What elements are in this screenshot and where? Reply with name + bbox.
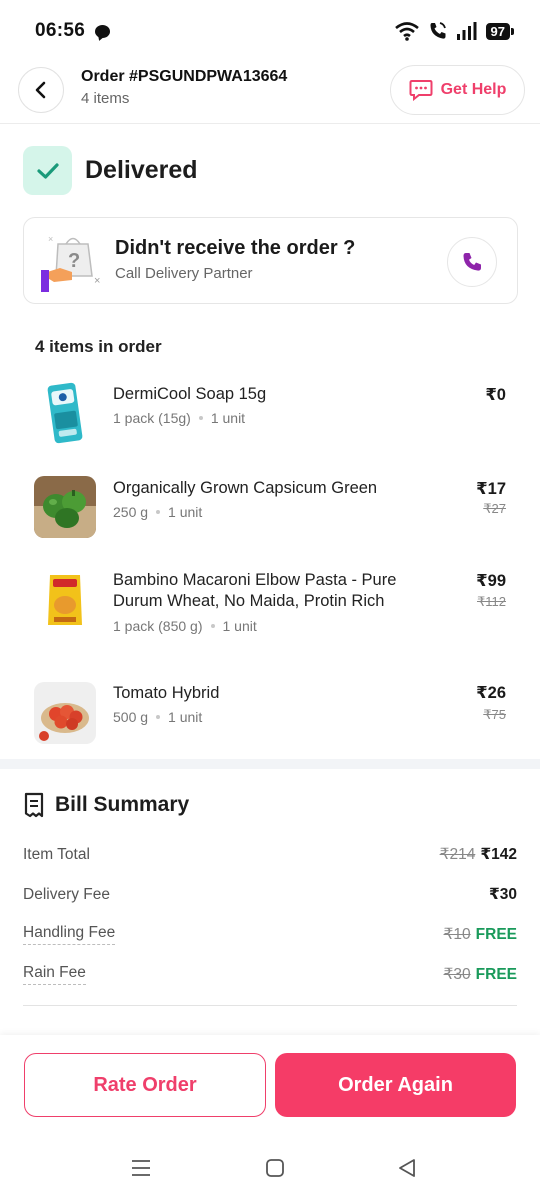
bill-row-value: ₹30 (488, 886, 517, 903)
bill-summary-title: Bill Summary (55, 793, 190, 816)
item-mrp: ₹27 (483, 501, 506, 516)
bill-row-delivery-fee: Delivery Fee ₹30 (23, 885, 517, 904)
bill-row-amount: ₹10 FREE (444, 925, 517, 944)
bill-row-item-total: Item Total ₹214 ₹142 (23, 845, 517, 864)
item-units: 1 unit (210, 410, 246, 426)
item-units: 1 unit (222, 618, 257, 634)
bill-row-value: FREE (475, 926, 517, 943)
item-name: DermiCool Soap 15g (113, 385, 267, 403)
item-price: ₹0 (485, 386, 506, 404)
back-button[interactable] (18, 67, 64, 113)
order-item-count: 4 items (81, 90, 130, 107)
status-time: 06:56 (35, 20, 86, 41)
bill-row-original: ₹10 (443, 926, 471, 943)
item-meta: 1 pack (850 g) 1 unit (113, 618, 257, 634)
bill-row-original: ₹214 (439, 846, 476, 863)
receipt-icon (24, 792, 44, 818)
status-icons: 97 (394, 21, 515, 41)
items-heading: 4 items in order (35, 337, 162, 356)
item-name: Organically Grown Capsicum Green (113, 479, 378, 497)
item-image-pasta (34, 569, 96, 631)
item-image-tomato (34, 682, 96, 744)
item-quantity: 250 g (113, 504, 149, 520)
delivered-check-badge (23, 146, 72, 195)
back-nav-icon[interactable] (396, 1157, 418, 1179)
system-nav-bar (0, 1145, 540, 1200)
bill-row-value: ₹142 (480, 846, 517, 863)
item-mrp: ₹75 (483, 707, 506, 722)
handling-fee-info[interactable]: Handling Fee (23, 924, 116, 945)
item-quantity: 1 pack (850 g) (113, 618, 203, 634)
wifi-icon (394, 22, 419, 41)
separator-dot (210, 623, 215, 628)
wifi-call-icon (430, 22, 446, 39)
order-header: Order #PSGUNDPWA13664 4 items Get Help (0, 62, 540, 124)
bill-row-label: Delivery Fee (23, 885, 110, 903)
bill-row-original: ₹30 (443, 966, 471, 983)
rain-fee-info[interactable]: Rain Fee (23, 964, 86, 985)
item-image-soap (34, 382, 96, 444)
item-image-capsicum (34, 476, 96, 538)
chat-notification-icon (95, 24, 111, 38)
call-card-subtitle: Call Delivery Partner (115, 265, 253, 282)
bill-separator (23, 1005, 517, 1006)
section-divider (0, 759, 540, 769)
chevron-left-icon (35, 81, 46, 99)
item-units: 1 unit (168, 504, 203, 520)
svg-text:×: × (48, 234, 53, 244)
item-quantity: 1 pack (15g) (113, 410, 191, 426)
order-id: Order #PSGUNDPWA13664 (81, 68, 288, 85)
item-name: Bambino Macaroni Elbow Pasta - Pure Duru… (113, 571, 397, 610)
signal-icon (456, 22, 477, 40)
phone-icon (463, 253, 481, 271)
call-delivery-partner-card[interactable]: ? × × Didn't receive the order ? Call De… (23, 217, 518, 304)
item-meta: 1 pack (15g) 1 unit (113, 410, 245, 426)
svg-text:?: ? (68, 250, 80, 272)
status-bar: 06:56 97 (0, 0, 540, 62)
rate-order-button[interactable]: Rate Order (24, 1053, 266, 1117)
bill-row-value: FREE (475, 966, 517, 983)
order-status: Delivered (23, 146, 198, 195)
item-quantity: 500 g (113, 709, 149, 725)
get-help-button[interactable]: Get Help (390, 65, 525, 115)
item-meta: 500 g 1 unit (113, 709, 202, 725)
check-icon (36, 162, 59, 179)
item-price: ₹26 (476, 684, 506, 702)
bill-row-amount: ₹30 FREE (444, 965, 517, 984)
chat-help-icon (409, 80, 433, 101)
call-partner-button[interactable] (447, 237, 497, 287)
bill-row-amount: ₹214 ₹142 (440, 845, 517, 864)
missing-parcel-icon: ? × × (41, 234, 100, 292)
item-units: 1 unit (168, 709, 203, 725)
item-price: ₹17 (476, 480, 506, 498)
item-price: ₹99 (476, 572, 506, 590)
item-meta: 250 g 1 unit (113, 504, 202, 520)
order-again-button[interactable]: Order Again (275, 1053, 516, 1117)
bottom-action-bar: Rate Order Order Again (0, 1035, 540, 1145)
call-card-title: Didn't receive the order ? (115, 237, 356, 259)
separator-dot (156, 509, 161, 514)
bill-row-rain-fee: Rain Fee ₹30 FREE (23, 964, 517, 985)
bill-summary-header: Bill Summary (23, 792, 189, 818)
bill-row-label: Item Total (23, 845, 90, 863)
battery-indicator: 97 (485, 22, 515, 40)
item-mrp: ₹112 (477, 594, 506, 609)
order-status-label: Delivered (85, 156, 198, 184)
separator-dot (156, 714, 161, 719)
bill-row-handling-fee: Handling Fee ₹10 FREE (23, 924, 517, 945)
get-help-label: Get Help (440, 81, 507, 98)
recent-apps-icon[interactable] (130, 1157, 152, 1179)
item-name: Tomato Hybrid (113, 684, 220, 702)
home-icon[interactable] (264, 1157, 286, 1179)
separator-dot (198, 415, 203, 420)
svg-text:×: × (94, 275, 100, 287)
